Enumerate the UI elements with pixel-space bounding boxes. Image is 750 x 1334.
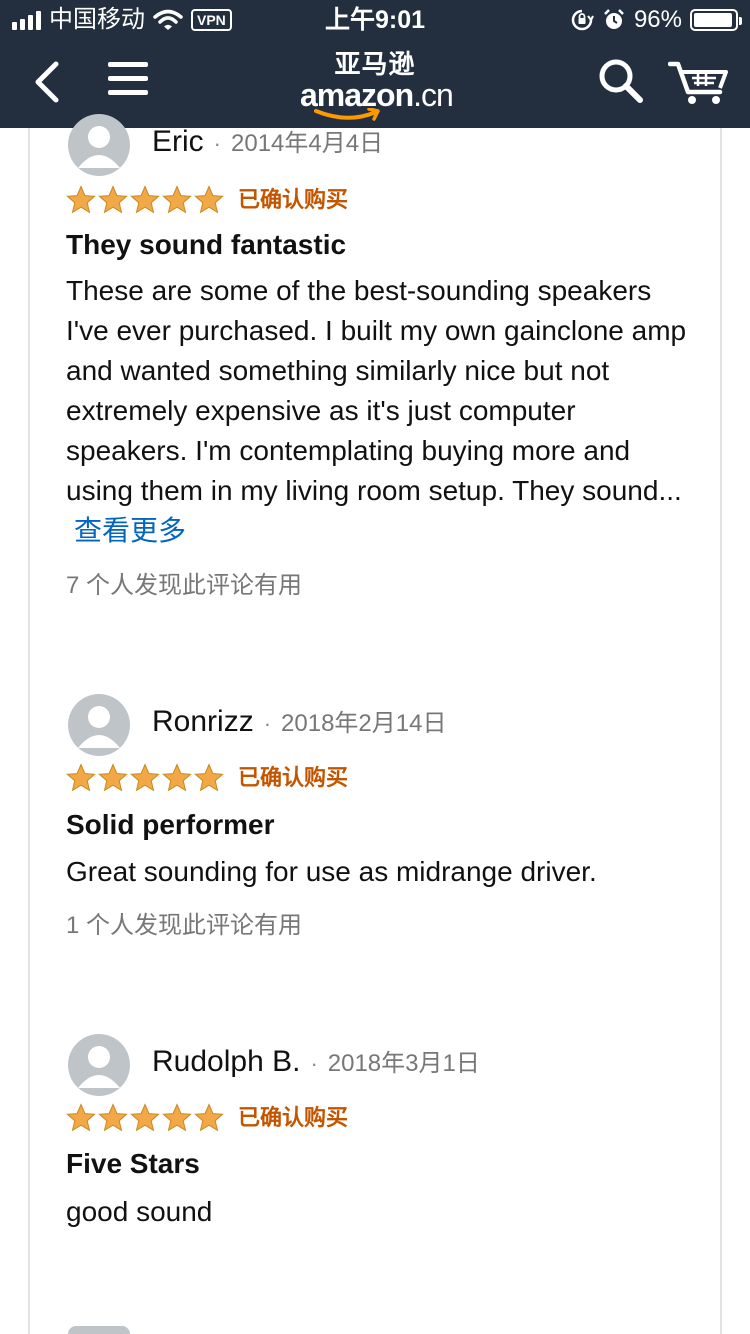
star-icon [194,1103,224,1132]
avatar [68,1034,130,1096]
star-icon [98,1103,128,1132]
logo-cn-text: 亚马逊 [334,49,416,79]
verified-badge: 已确认购买 [238,765,349,790]
review-date: 2018年2月14日 [281,710,447,737]
star-icon [194,763,224,792]
user-icon [78,126,120,168]
star-icon [66,185,96,214]
read-more-link[interactable]: 查看更多 [74,515,186,546]
review-item: Rudolph B. · 2018年3月1日 已确认购买 Five Stars go… [30,1034,720,1244]
review-author[interactable]: Eric [152,125,204,158]
star-rating [66,762,224,794]
verified-badge: 已确认购买 [238,1105,349,1130]
helpful-count: 7 个人发现此评论有用 [66,572,303,599]
status-bar: 中国移动 VPN 上午9:01 96% [0,0,750,40]
review-title[interactable]: Five Stars [66,1146,200,1182]
star-icon [66,763,96,792]
review-author[interactable]: Rudolph B. [152,1045,300,1078]
star-icon [162,185,192,214]
review-date: 2014年4月4日 [231,130,384,157]
search-icon[interactable] [596,56,644,104]
logo-tld-text: .cn [413,77,454,113]
review-list: Eric · 2014年4月4日 已确认购买 They sound fantasti… [28,114,722,1334]
review-body: good sound [66,1196,213,1227]
cart-icon[interactable] [668,58,730,106]
review-date: 2018年3月1日 [327,1050,480,1077]
battery-percent: 96% [633,6,682,33]
star-rating [66,1102,224,1134]
star-icon [66,1103,96,1132]
alarm-icon [604,9,624,29]
star-icon [98,763,128,792]
review-title[interactable]: They sound fantastic [66,227,346,263]
star-icon [162,763,192,792]
helpful-count: 1 个人发现此评论有用 [66,912,303,939]
star-icon [130,185,160,214]
battery-fill [694,13,733,27]
star-icon [98,185,128,214]
review-title[interactable]: Solid performer [66,807,274,843]
back-icon[interactable] [28,60,68,104]
user-icon [78,1046,120,1088]
star-icon [130,763,160,792]
star-icon [162,1103,192,1132]
orientation-lock-icon [571,9,594,31]
avatar [68,114,130,176]
amazon-logo[interactable]: 亚马逊 amazon.cn [300,49,454,121]
review-item: Ronrizz · 2018年2月14日 已确认购买 Solid performer… [30,694,720,954]
review-body: These are some of the best-sounding spea… [66,275,687,506]
avatar [68,1326,130,1334]
avatar [68,694,130,756]
user-icon [78,706,120,748]
star-icon [194,185,224,214]
menu-icon[interactable] [108,62,148,98]
review-item: Eric · 2014年4月4日 已确认购买 They sound fantasti… [30,114,720,604]
review-author[interactable]: Ronrizz [152,705,254,738]
star-rating [66,184,224,216]
battery-icon [690,9,742,31]
top-header: 中国移动 VPN 上午9:01 96% 亚马逊 amazon.cn [0,0,750,128]
review-body: Great sounding for use as midrange drive… [66,856,597,887]
star-icon [130,1103,160,1132]
verified-badge: 已确认购买 [238,187,349,212]
